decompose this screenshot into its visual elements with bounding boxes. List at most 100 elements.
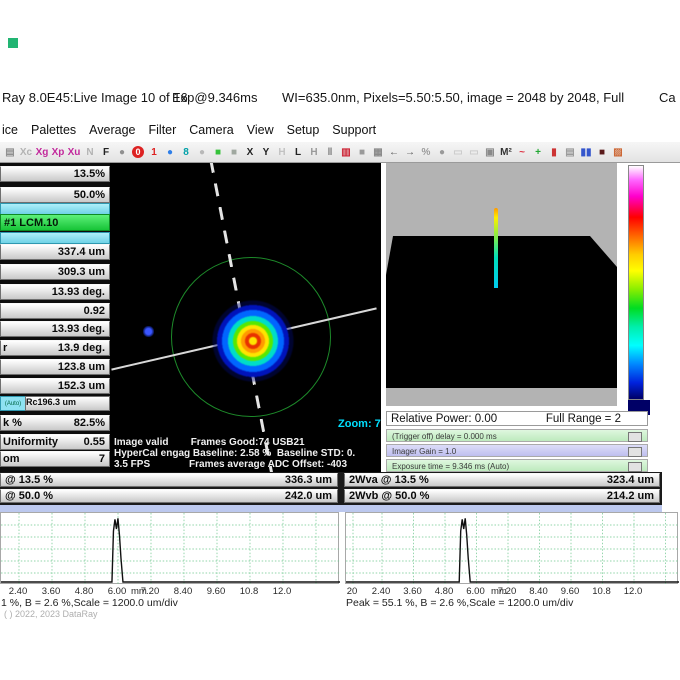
result-row: r 13.9 deg. bbox=[0, 340, 110, 356]
result-row: om 7 bbox=[0, 451, 110, 467]
status-line-2: HyperCal engag Baseline: 2.58 % Baseline… bbox=[114, 448, 356, 459]
result-value: 152.3 um bbox=[57, 380, 105, 392]
menu-filter[interactable]: Filter bbox=[149, 123, 177, 137]
m2-icon[interactable]: M² bbox=[498, 144, 514, 160]
menu-setup[interactable]: Setup bbox=[287, 123, 320, 137]
camera-icon[interactable]: ▣ bbox=[482, 144, 498, 160]
result-value: 82.5% bbox=[73, 417, 105, 429]
xu-icon[interactable]: Xu bbox=[66, 144, 82, 160]
slider-handle[interactable] bbox=[628, 447, 642, 457]
width-result-row: @ 13.5 % 336.3 um bbox=[0, 473, 338, 487]
result-row: 13.5% bbox=[0, 166, 110, 182]
lock-icon[interactable]: ● bbox=[194, 144, 210, 160]
slider-exposure[interactable]: Exposure time = 9.346 ms (Auto) bbox=[386, 459, 648, 472]
info-circle-icon[interactable]: ● bbox=[162, 144, 178, 160]
l-profile-icon[interactable]: L bbox=[290, 144, 306, 160]
x-unit: mm bbox=[131, 586, 147, 597]
beam-image-view[interactable]: Zoom: 7 Image valid Frames Good:74 USB21… bbox=[110, 163, 381, 473]
xg-icon[interactable]: Xg bbox=[34, 144, 50, 160]
slider-imager[interactable]: Imager Gain = 1.0 bbox=[386, 444, 648, 457]
result-row: 309.3 um bbox=[0, 264, 110, 280]
results-panel: 13.5% 50.0% #1 LCM.10 337.4 um 309.3 um 13.93… bbox=[0, 163, 110, 473]
histogram-icon[interactable]: ▥ bbox=[338, 144, 354, 160]
menu-palettes[interactable]: Palettes bbox=[31, 123, 76, 137]
result-value: 13.93 deg. bbox=[51, 286, 105, 298]
f-mode-icon[interactable]: F bbox=[98, 144, 114, 160]
zero-badge-icon[interactable]: 0 bbox=[132, 146, 144, 158]
menu-support[interactable]: Support bbox=[332, 123, 376, 137]
print-icon[interactable]: ▤ bbox=[562, 144, 578, 160]
user-icon[interactable]: 8 bbox=[178, 144, 194, 160]
3d-beam-spike bbox=[494, 208, 498, 288]
zoom-level-label: Zoom: 7 bbox=[338, 418, 381, 430]
slider-handle[interactable] bbox=[628, 462, 642, 472]
x-tick: 20 bbox=[346, 586, 358, 597]
result-row-rc: Rc196.3 um bbox=[25, 396, 110, 411]
n-mode-icon[interactable]: N bbox=[82, 144, 98, 160]
profile-chart-right bbox=[345, 512, 679, 585]
beam-3d-view[interactable] bbox=[386, 163, 617, 406]
ghost-b-icon[interactable]: ▭ bbox=[466, 144, 482, 160]
grid-icon[interactable]: ▦ bbox=[370, 144, 386, 160]
thermo-icon[interactable]: ▮ bbox=[546, 144, 562, 160]
x-tick: 12.0 bbox=[272, 586, 292, 597]
bars-icon[interactable]: ▮▮ bbox=[578, 144, 594, 160]
y-profile-icon[interactable]: Y bbox=[258, 144, 274, 160]
status-line-1: Image valid Frames Good:74 USB21 bbox=[114, 437, 305, 448]
x-tick: 3.60 bbox=[403, 586, 422, 597]
palette-grey-icon[interactable]: ■ bbox=[226, 144, 242, 160]
xp-icon[interactable]: Xp bbox=[50, 144, 66, 160]
x-tick: 4.80 bbox=[434, 586, 454, 597]
menu-average[interactable]: Average bbox=[89, 123, 135, 137]
result-row: 337.4 um bbox=[0, 244, 110, 260]
one-icon[interactable]: 1 bbox=[146, 144, 162, 160]
xc-icon[interactable]: Xc bbox=[18, 144, 34, 160]
h-dim-icon[interactable]: H bbox=[274, 144, 290, 160]
x-tick: 4.80 bbox=[74, 586, 94, 597]
chart-caption-left: 1 %, B = 2.6 %,Scale = 1200.0 um/div bbox=[1, 597, 178, 609]
x-tick: 8.40 bbox=[529, 586, 548, 597]
result-row: k % 82.5% bbox=[0, 415, 110, 431]
highlight-strip bbox=[0, 232, 110, 244]
result-value: 7 bbox=[98, 453, 105, 465]
percent-icon[interactable]: % bbox=[418, 144, 434, 160]
grey-circle-icon[interactable]: ● bbox=[114, 144, 130, 160]
slider-trigger[interactable]: (Trigger off) delay = 0.000 ms bbox=[386, 429, 648, 442]
dot-icon[interactable]: ● bbox=[434, 144, 450, 160]
menu-camera[interactable]: Camera bbox=[189, 123, 233, 137]
title-app: Ray 8.0E45:Live Image 10 of 16 bbox=[2, 90, 188, 105]
pause-icon[interactable]: ‖ bbox=[322, 144, 338, 160]
dark-square-icon[interactable]: ■ bbox=[594, 144, 610, 160]
palette-green-icon[interactable]: ■ bbox=[210, 144, 226, 160]
result-value: 123.8 um bbox=[57, 361, 105, 373]
result-value: 0.55 bbox=[83, 436, 105, 448]
ghost-a-icon[interactable]: ▭ bbox=[450, 144, 466, 160]
save-icon[interactable]: ▤ bbox=[2, 144, 18, 160]
device-row[interactable]: #1 LCM.10 bbox=[0, 214, 110, 231]
x-tick: 8.40 bbox=[173, 586, 193, 597]
beam-spot bbox=[208, 296, 298, 386]
x-tick: 12.0 bbox=[623, 586, 643, 597]
menu-view[interactable]: View bbox=[247, 123, 274, 137]
slider-handle[interactable] bbox=[628, 432, 642, 442]
result-value: 337.4 um bbox=[57, 246, 105, 258]
arrow-right-icon[interactable]: → bbox=[402, 144, 418, 160]
x-tick: 6.00 bbox=[466, 586, 485, 597]
menu-bar: ice Palettes Average Filter Camera View Setup S… bbox=[2, 120, 680, 140]
block-icon[interactable]: ■ bbox=[354, 144, 370, 160]
x-tick: 3.60 bbox=[41, 586, 61, 597]
wave-icon[interactable]: ~ bbox=[514, 144, 530, 160]
arrow-left-icon[interactable]: ← bbox=[386, 144, 402, 160]
x-tick: 6.00 bbox=[107, 586, 127, 597]
result-value: 13.5% bbox=[73, 168, 105, 180]
result-value: 13.9 deg. bbox=[57, 342, 105, 354]
x-tick: 2.40 bbox=[8, 586, 28, 597]
chart-icon[interactable]: ▨ bbox=[610, 144, 626, 160]
h-solid-icon[interactable]: H bbox=[306, 144, 322, 160]
menu-ice[interactable]: ice bbox=[2, 123, 18, 137]
auto-badge[interactable]: (Auto) bbox=[0, 396, 26, 411]
separator-strip bbox=[0, 505, 662, 512]
x-profile-icon[interactable]: X bbox=[242, 144, 258, 160]
plus-icon[interactable]: + bbox=[530, 144, 546, 160]
title-exposure: Exp@9.346ms bbox=[172, 90, 258, 105]
